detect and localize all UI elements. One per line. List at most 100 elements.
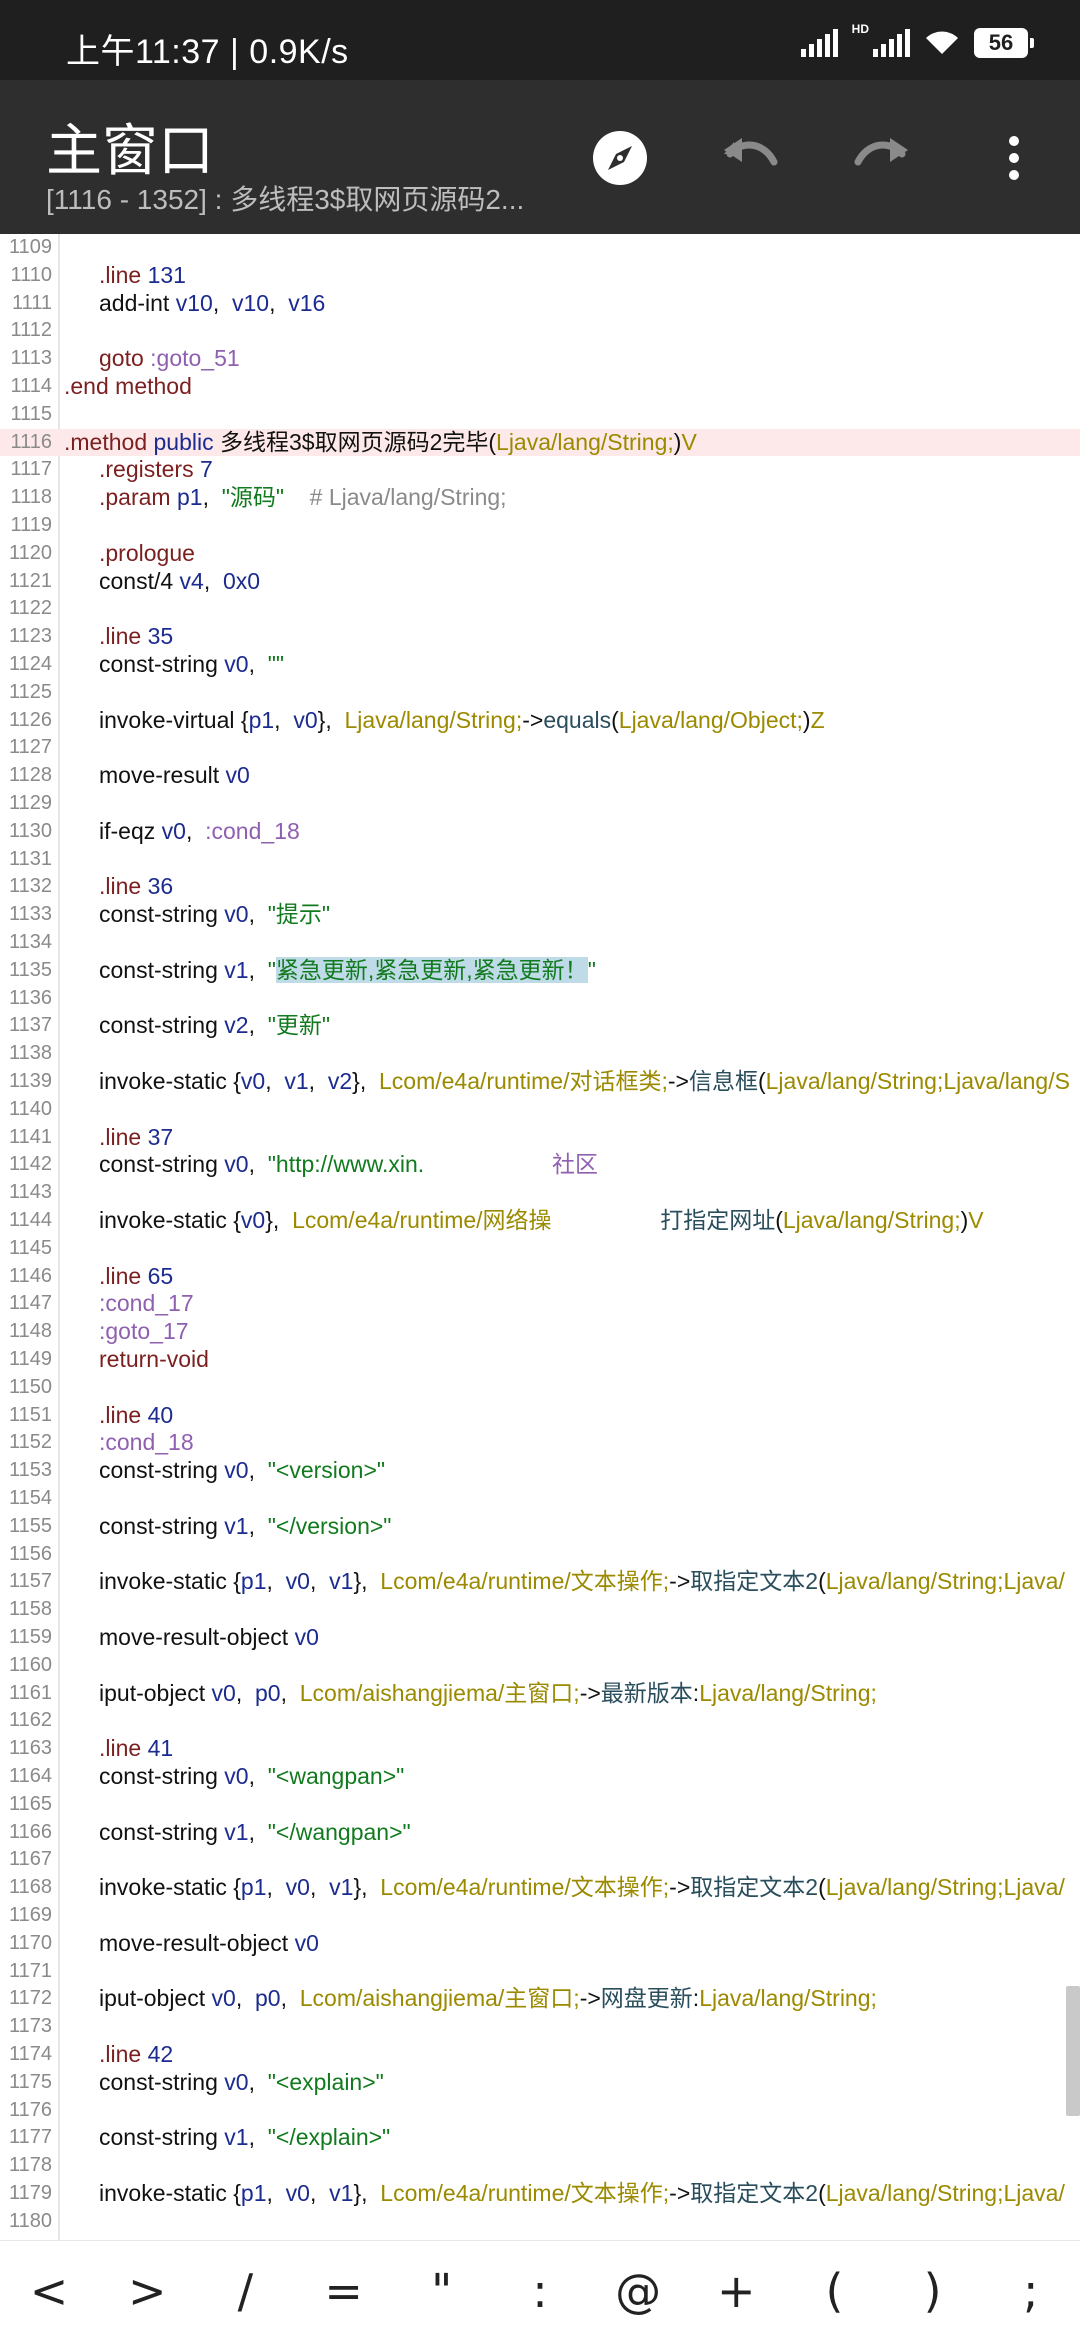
- code-line[interactable]: 1116 .method public 多线程3$取网页源码2完毕(Ljava/l…: [0, 428, 1080, 457]
- symbol-key[interactable]: ): [893, 2264, 973, 2318]
- code-line[interactable]: 1148:goto_17: [0, 1318, 1080, 1346]
- symbol-key[interactable]: :: [500, 2264, 580, 2318]
- code-line[interactable]: 1157 invoke-static {p1, v0, v1}, Lcom/e4a…: [0, 1568, 1080, 1596]
- code-line[interactable]: 1122: [0, 595, 1080, 623]
- code-line[interactable]: 1176: [0, 2097, 1080, 2125]
- undo-button[interactable]: [718, 126, 782, 190]
- code-line[interactable]: 1163 .line 41: [0, 1735, 1080, 1763]
- code-line[interactable]: 1146 .line 65: [0, 1263, 1080, 1291]
- line-number: 1129: [8, 792, 52, 814]
- code-token: p1: [240, 2180, 267, 2206]
- code-line[interactable]: 1167: [0, 1846, 1080, 1874]
- code-line[interactable]: 1153 const-string v0, "<version>": [0, 1457, 1080, 1485]
- code-line[interactable]: 1170 move-result-object v0: [0, 1930, 1080, 1958]
- code-line[interactable]: 1173: [0, 2013, 1080, 2041]
- code-line[interactable]: 1140: [0, 1096, 1080, 1124]
- code-line[interactable]: 1133 const-string v0, "提示": [0, 901, 1080, 929]
- code-line[interactable]: 1142 const-string v0, "http://www.xin. 社区: [0, 1151, 1080, 1179]
- code-line[interactable]: 1136: [0, 985, 1080, 1013]
- more-options-button[interactable]: [982, 126, 1046, 190]
- code-token: v0: [224, 2068, 249, 2095]
- code-line[interactable]: 1129: [0, 790, 1080, 818]
- code-line[interactable]: 1127: [0, 734, 1080, 762]
- code-line[interactable]: 1126 invoke-virtual {p1, v0}, Ljava/lang/…: [0, 707, 1080, 735]
- code-line[interactable]: 1115: [0, 401, 1080, 429]
- code-line[interactable]: 1110 .line 131: [0, 262, 1080, 290]
- symbol-key[interactable]: ;: [991, 2264, 1071, 2318]
- code-line[interactable]: 1144 invoke-static {v0}, Lcom/e4a/runtime…: [0, 1207, 1080, 1235]
- line-number: 1163: [8, 1737, 52, 1760]
- code-token: 131: [147, 261, 186, 288]
- code-line[interactable]: 1161 iput-object v0, p0, Lcom/aishangjiem…: [0, 1680, 1080, 1708]
- code-line[interactable]: 1134: [0, 929, 1080, 957]
- code-line[interactable]: 1132 .line 36: [0, 873, 1080, 901]
- symbol-key[interactable]: ": [402, 2264, 482, 2318]
- code-line[interactable]: 1139 invoke-static {v0, v1, v2}, Lcom/e4a…: [0, 1068, 1080, 1096]
- symbol-key[interactable]: =: [304, 2264, 384, 2318]
- code-line[interactable]: 1118 .param p1, "源码" # Ljava/lang/String;: [0, 484, 1080, 512]
- code-line[interactable]: 1166 const-string v1, "</wangpan>": [0, 1819, 1080, 1847]
- code-line[interactable]: 1109: [0, 234, 1080, 262]
- code-line[interactable]: 1121 const/4 v4, 0x0: [0, 568, 1080, 596]
- code-line[interactable]: 1143: [0, 1179, 1080, 1207]
- code-line[interactable]: 1123 .line 35: [0, 623, 1080, 651]
- line-number: 1125: [8, 680, 52, 703]
- code-line[interactable]: 1175 const-string v0, "<explain>": [0, 2069, 1080, 2097]
- code-line[interactable]: 1177 const-string v1, "</explain>": [0, 2124, 1080, 2152]
- code-line[interactable]: 1165: [0, 1791, 1080, 1819]
- code-line[interactable]: 1171: [0, 1958, 1080, 1986]
- scrollbar-thumb[interactable]: [1066, 1986, 1080, 2116]
- code-line[interactable]: 1120 .prologue: [0, 540, 1080, 568]
- code-line[interactable]: 1149 return-void: [0, 1346, 1080, 1374]
- code-line[interactable]: 1114 .end method: [0, 373, 1080, 401]
- code-line[interactable]: 1158: [0, 1596, 1080, 1624]
- code-line[interactable]: 1141 .line 37: [0, 1124, 1080, 1152]
- code-line[interactable]: 1178: [0, 2152, 1080, 2180]
- code-line[interactable]: 1162: [0, 1707, 1080, 1735]
- code-token: .line: [99, 261, 148, 288]
- code-line[interactable]: 1179 invoke-static {p1, v0, v1}, Lcom/e4a…: [0, 2180, 1080, 2208]
- symbol-key[interactable]: (: [794, 2264, 874, 2318]
- compass-button[interactable]: [588, 126, 652, 190]
- code-line[interactable]: 1145: [0, 1235, 1080, 1263]
- code-line[interactable]: 1125: [0, 679, 1080, 707]
- code-line[interactable]: 1131: [0, 846, 1080, 874]
- code-line[interactable]: 1159 move-result-object v0: [0, 1624, 1080, 1652]
- symbol-key[interactable]: <: [9, 2264, 89, 2318]
- line-number: 1124: [8, 653, 52, 675]
- code-line[interactable]: 1151 .line 40: [0, 1402, 1080, 1430]
- code-line[interactable]: 1147:cond_17: [0, 1290, 1080, 1318]
- symbol-key[interactable]: +: [696, 2264, 776, 2318]
- code-line[interactable]: 1168 invoke-static {p1, v0, v1}, Lcom/e4a…: [0, 1874, 1080, 1902]
- code-line[interactable]: 1111 add-int v10, v10, v16: [0, 290, 1080, 318]
- code-line[interactable]: 1169: [0, 1902, 1080, 1930]
- code-line[interactable]: 1113 goto :goto_51: [0, 345, 1080, 373]
- code-line[interactable]: 1112: [0, 317, 1080, 345]
- code-line[interactable]: 1117 .registers 7: [0, 456, 1080, 484]
- code-line[interactable]: 1155 const-string v1, "</version>": [0, 1513, 1080, 1541]
- code-line[interactable]: 1150: [0, 1374, 1080, 1402]
- code-editor[interactable]: 1109 1110 .line 131 1111 add-int v10, v10, v…: [0, 234, 1080, 2240]
- symbol-key[interactable]: @: [598, 2264, 678, 2318]
- code-line[interactable]: 1137 const-string v2, "更新": [0, 1012, 1080, 1040]
- code-line[interactable]: 1164 const-string v0, "<wangpan>": [0, 1763, 1080, 1791]
- line-number: 1161: [8, 1681, 52, 1704]
- code-line[interactable]: 1130 if-eqz v0, :cond_18: [0, 818, 1080, 846]
- code-line[interactable]: 1138: [0, 1040, 1080, 1068]
- code-token: (: [611, 706, 619, 733]
- code-line[interactable]: 1156: [0, 1541, 1080, 1569]
- code-line[interactable]: 1135 const-string v1, "紧急更新,紧急更新,紧急更新！": [0, 956, 1080, 985]
- symbol-key[interactable]: /: [205, 2264, 285, 2318]
- code-line[interactable]: 1124 const-string v0, "": [0, 651, 1080, 679]
- code-line[interactable]: 1172 iput-object v0, p0, Lcom/aishangjiem…: [0, 1985, 1080, 2013]
- redo-button[interactable]: [850, 126, 914, 190]
- code-line[interactable]: 1180: [0, 2208, 1080, 2236]
- code-line[interactable]: 1154: [0, 1485, 1080, 1513]
- symbol-key[interactable]: >: [107, 2264, 187, 2318]
- code-line[interactable]: 1128 move-result v0: [0, 762, 1080, 790]
- code-line[interactable]: 1152:cond_18: [0, 1429, 1080, 1457]
- code-line[interactable]: 1119: [0, 512, 1080, 540]
- code-text: const-string v1, "</version>": [99, 1513, 391, 1541]
- code-line[interactable]: 1174 .line 42: [0, 2041, 1080, 2069]
- code-line[interactable]: 1160: [0, 1652, 1080, 1680]
